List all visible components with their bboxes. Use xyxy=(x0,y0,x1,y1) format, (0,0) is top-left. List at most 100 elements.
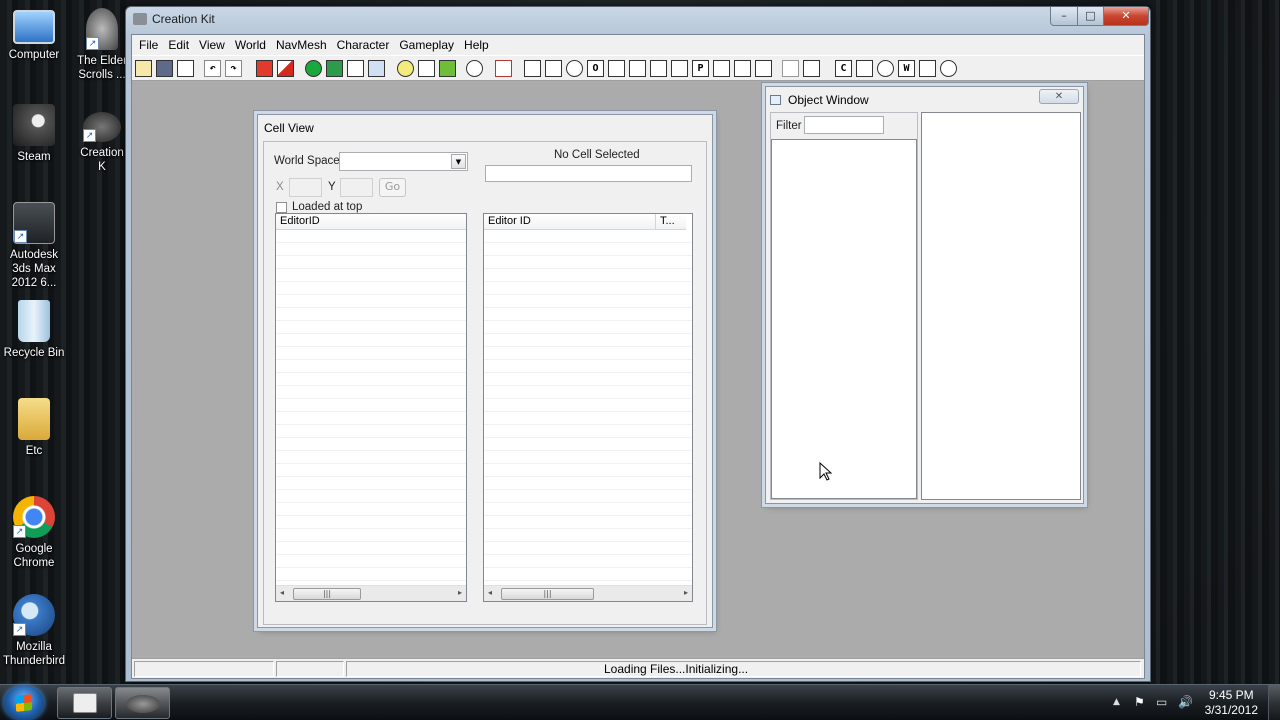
desktop-icon-computer[interactable]: Computer xyxy=(0,8,68,62)
action-center-flag-icon[interactable]: ⚑ xyxy=(1134,695,1145,709)
object-list[interactable] xyxy=(921,112,1081,500)
show-desktop-button[interactable] xyxy=(1268,685,1280,720)
column-header-editorid[interactable]: EditorID xyxy=(276,214,466,230)
object-tool-icon-5[interactable] xyxy=(608,60,625,77)
filter-label: Filter xyxy=(776,120,802,132)
tool-icon-box2[interactable] xyxy=(919,60,936,77)
cell-name-field[interactable] xyxy=(485,165,692,182)
object-tool-icon-7[interactable] xyxy=(650,60,667,77)
desktop-icon-label: Mozilla Thunderbird xyxy=(2,641,65,667)
loaded-at-top-checkbox[interactable] xyxy=(276,202,287,213)
close-icon[interactable]: ✕ xyxy=(1039,89,1079,104)
lasso-icon[interactable] xyxy=(466,60,483,77)
status-text: Loading Files...Initializing... xyxy=(604,662,749,676)
sky-toggle-icon[interactable] xyxy=(418,60,435,77)
arrow-tool-icon[interactable] xyxy=(782,60,799,77)
redo-icon[interactable]: ↷ xyxy=(225,60,242,77)
column-header-t[interactable]: T... xyxy=(656,214,686,230)
x-coordinate-field[interactable] xyxy=(289,178,322,197)
desktop-icon-3dsmax[interactable]: ↗ Autodesk 3ds Max 2012 6... xyxy=(0,202,68,290)
scrollbar-thumb[interactable]: ||| xyxy=(293,588,361,600)
menu-world[interactable]: World xyxy=(230,38,271,52)
sky-icon[interactable] xyxy=(305,60,322,77)
status-cell-2 xyxy=(276,661,344,677)
show-hidden-icons-icon[interactable]: ▲ xyxy=(1113,697,1120,707)
object-tool-icon-p[interactable]: P xyxy=(692,60,709,77)
minimize-button[interactable]: – xyxy=(1050,7,1078,26)
network-icon[interactable]: ▭ xyxy=(1156,695,1167,709)
scroll-left-icon[interactable]: ◂ xyxy=(488,588,492,597)
navmesh-icon[interactable] xyxy=(495,60,512,77)
tool-icon-c[interactable]: C xyxy=(835,60,852,77)
render-window-icon[interactable] xyxy=(256,60,273,77)
data-files-icon[interactable] xyxy=(177,60,194,77)
explorer-icon xyxy=(73,693,97,713)
open-icon[interactable] xyxy=(135,60,152,77)
system-clock[interactable]: 9:45 PM 3/31/2012 xyxy=(1205,688,1258,718)
menu-character[interactable]: Character xyxy=(332,38,395,52)
maximize-button[interactable]: □ xyxy=(1077,7,1104,26)
start-button[interactable] xyxy=(4,686,44,720)
close-button[interactable]: ✕ xyxy=(1103,7,1149,26)
horizontal-scrollbar[interactable]: ◂ ||| ▸ xyxy=(484,585,692,601)
desktop-icon-recycle-bin[interactable]: Recycle Bin xyxy=(0,300,68,360)
column-header-editor-id[interactable]: Editor ID xyxy=(484,214,656,230)
desktop-icon-etc[interactable]: Etc xyxy=(0,398,68,458)
cell-view-title: Cell View xyxy=(264,121,314,135)
y-coordinate-field[interactable] xyxy=(340,178,373,197)
scroll-left-icon[interactable]: ◂ xyxy=(280,588,284,597)
light-icon[interactable] xyxy=(347,60,364,77)
object-tool-icon-o[interactable]: O xyxy=(587,60,604,77)
3dsmax-icon: ↗ xyxy=(13,202,55,244)
cube-tool-icon[interactable] xyxy=(803,60,820,77)
object-tool-icon-6[interactable] xyxy=(629,60,646,77)
save-icon[interactable] xyxy=(156,60,173,77)
menu-edit[interactable]: Edit xyxy=(163,38,194,52)
cell-list-right[interactable]: Editor ID T... ◂ ||| ▸ xyxy=(483,213,693,602)
taskbar-explorer-button[interactable] xyxy=(57,687,112,719)
scroll-right-icon[interactable]: ▸ xyxy=(684,588,688,597)
scroll-right-icon[interactable]: ▸ xyxy=(458,588,462,597)
taskbar-creation-kit-button[interactable] xyxy=(115,687,170,719)
clock-date: 3/31/2012 xyxy=(1204,703,1258,717)
workspace: File Edit View World NavMesh Character G… xyxy=(131,34,1145,679)
world-space-dropdown[interactable]: ▼ xyxy=(339,152,468,171)
object-tool-icon-10[interactable] xyxy=(713,60,730,77)
horizontal-scrollbar[interactable]: ◂ ||| ▸ xyxy=(276,585,466,601)
menu-help[interactable]: Help xyxy=(459,38,494,52)
tool-icon-box[interactable] xyxy=(856,60,873,77)
scrollbar-thumb[interactable]: ||| xyxy=(501,588,594,600)
object-tool-icon-3[interactable] xyxy=(566,60,583,77)
desktop-icon-steam[interactable]: Steam xyxy=(0,104,68,164)
object-tool-icon-2[interactable] xyxy=(545,60,562,77)
shortcut-arrow-icon: ↗ xyxy=(83,129,96,142)
volume-icon[interactable]: 🔊 xyxy=(1178,695,1193,709)
object-tool-icon-8[interactable] xyxy=(671,60,688,77)
menu-navmesh[interactable]: NavMesh xyxy=(271,38,332,52)
object-tool-icon-1[interactable] xyxy=(524,60,541,77)
snap-icon[interactable] xyxy=(277,60,294,77)
undo-icon[interactable]: ↶ xyxy=(204,60,221,77)
desktop-icon-thunderbird[interactable]: ↗ Mozilla Thunderbird xyxy=(0,594,68,668)
filter-input[interactable] xyxy=(804,116,884,134)
desktop-icon-label: Recycle Bin xyxy=(3,347,65,359)
marker-icon[interactable] xyxy=(368,60,385,77)
desktop-icon-creation-kit[interactable]: ↗ Creation K xyxy=(76,112,128,174)
grass-icon[interactable] xyxy=(439,60,456,77)
lightbulb-icon[interactable] xyxy=(397,60,414,77)
cell-list-left[interactable]: EditorID ◂ ||| ▸ xyxy=(275,213,467,602)
tool-icon-circle[interactable] xyxy=(877,60,894,77)
object-tool-icon-11[interactable] xyxy=(734,60,751,77)
object-type-tree[interactable] xyxy=(771,139,917,499)
desktop-icon-chrome[interactable]: ↗ Google Chrome xyxy=(0,496,68,570)
landscape-icon[interactable] xyxy=(326,60,343,77)
menu-file[interactable]: File xyxy=(134,38,163,52)
tool-icon-w[interactable]: W xyxy=(898,60,915,77)
object-tool-icon-12[interactable] xyxy=(755,60,772,77)
skyrim-icon: ↗ xyxy=(86,8,118,50)
menu-gameplay[interactable]: Gameplay xyxy=(394,38,459,52)
tool-icon-circle2[interactable] xyxy=(940,60,957,77)
menu-view[interactable]: View xyxy=(194,38,230,52)
desktop-icon-skyrim[interactable]: ↗ The Elder Scrolls ... xyxy=(76,8,128,82)
go-button[interactable]: Go xyxy=(379,178,406,197)
